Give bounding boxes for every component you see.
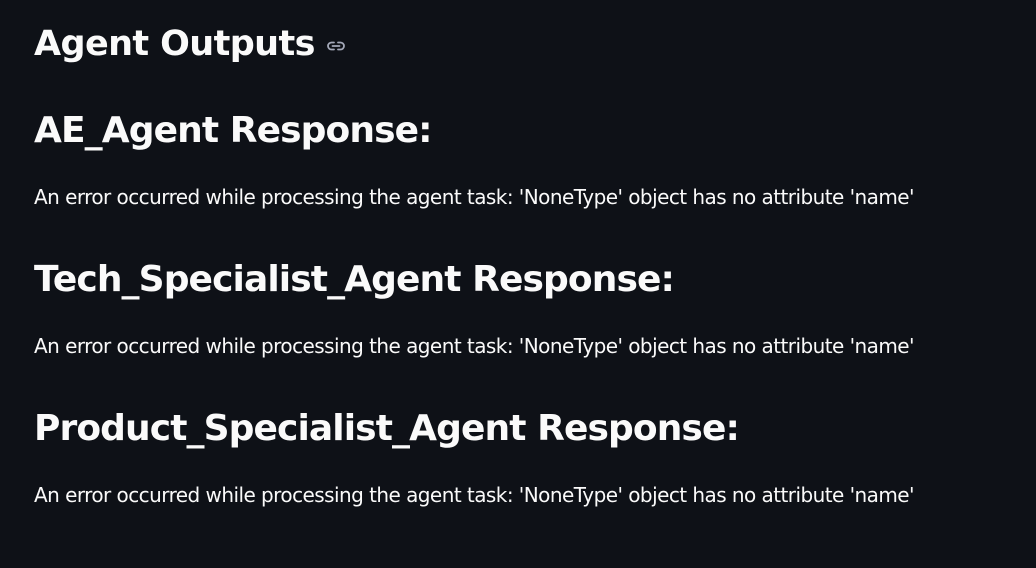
response-text: An error occurred while processing the a… [34,334,915,358]
link-icon[interactable] [325,39,347,53]
page-title-row: Agent Outputs [34,20,347,68]
agent-response-section-tech: Tech_Specialist_Agent Response: An error… [34,256,915,358]
page-title: Agent Outputs [34,24,315,64]
agent-response-section-product: Product_Specialist_Agent Response: An er… [34,405,915,507]
section-heading: AE_Agent Response: [34,110,433,151]
response-text: An error occurred while processing the a… [34,185,915,209]
response-text: An error occurred while processing the a… [34,483,915,507]
section-heading: Product_Specialist_Agent Response: [34,408,740,449]
agent-response-section-ae: AE_Agent Response: An error occurred whi… [34,107,915,209]
section-heading: Tech_Specialist_Agent Response: [34,259,675,300]
